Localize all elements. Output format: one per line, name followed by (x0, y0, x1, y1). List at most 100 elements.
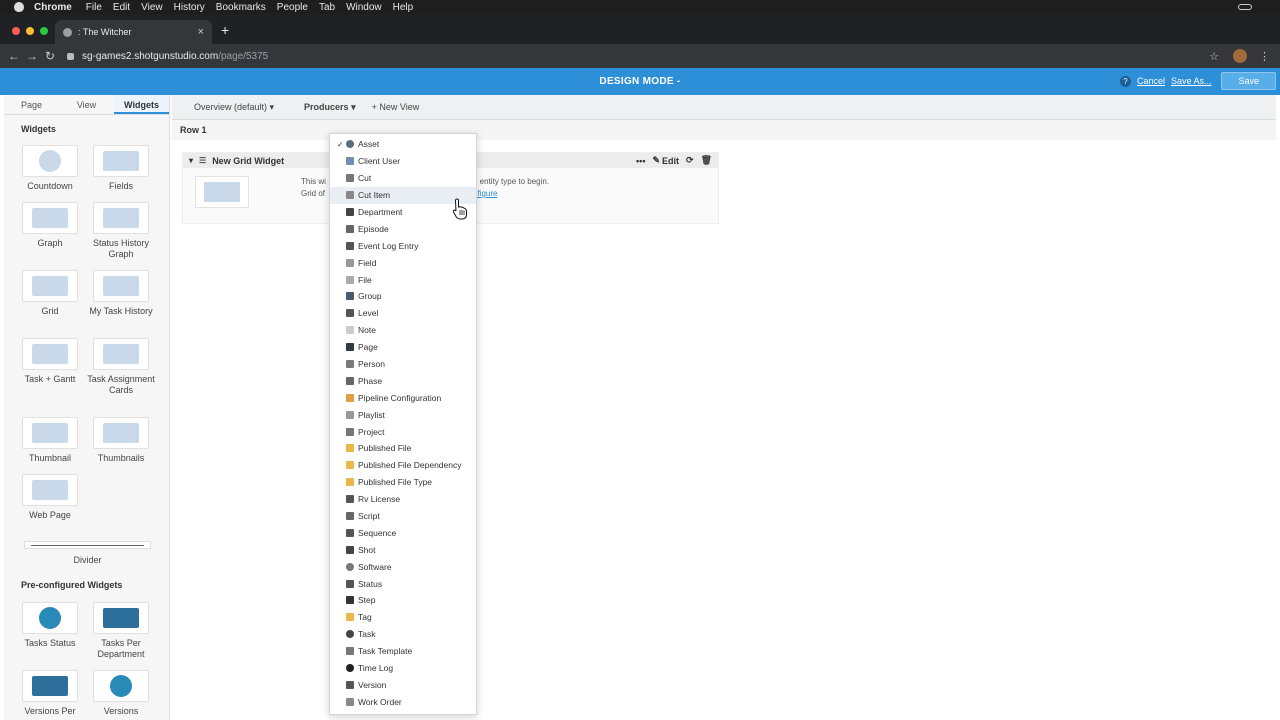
menu-tab[interactable]: Tab (319, 2, 335, 13)
clock-icon (346, 664, 354, 673)
menu-view[interactable]: View (141, 2, 163, 13)
dropdown-item-note[interactable]: Note (330, 322, 476, 339)
dropdown-item-episode[interactable]: Episode (330, 220, 476, 237)
browser-tab[interactable]: : The Witcher × (55, 20, 212, 44)
menu-edit[interactable]: Edit (113, 2, 130, 13)
trash-icon[interactable]: 🗑 (701, 155, 712, 166)
help-icon[interactable]: ? (1119, 75, 1131, 87)
widget-task-gantt[interactable]: Task + Gantt (15, 338, 85, 385)
dropdown-item-playlist[interactable]: Playlist (330, 406, 476, 423)
widget-tasks-status[interactable]: Tasks Status (15, 602, 85, 649)
widget-thumbnail[interactable]: Thumbnail (15, 417, 85, 464)
dropdown-item-version[interactable]: Version (330, 677, 476, 694)
view-tab-producers[interactable]: Producers ▾ (304, 102, 356, 113)
dropdown-item-asset[interactable]: ✓ Asset (330, 136, 476, 153)
dropdown-item-work-order[interactable]: Work Order (330, 693, 476, 710)
tab-page[interactable]: Page (4, 95, 59, 114)
dropdown-item-cut[interactable]: Cut (330, 170, 476, 187)
profile-avatar[interactable] (1233, 49, 1247, 63)
dropdown-item-sequence[interactable]: Sequence (330, 524, 476, 541)
widget-versions[interactable]: Versions (86, 670, 156, 717)
dropdown-item-software[interactable]: Software (330, 558, 476, 575)
dropdown-item-person[interactable]: Person (330, 356, 476, 373)
bookmark-star-icon[interactable]: ☆ (1209, 50, 1219, 63)
pencil-icon[interactable]: ✎ (652, 155, 660, 166)
dropdown-item-script[interactable]: Script (330, 508, 476, 525)
dropdown-item-tag[interactable]: Tag (330, 609, 476, 626)
widget-fields[interactable]: Fields (86, 145, 156, 192)
cancel-link[interactable]: Cancel (1137, 76, 1165, 86)
grid-icon (32, 276, 68, 296)
dropdown-item-published-file[interactable]: Published File (330, 440, 476, 457)
url-host[interactable]: sg-games2.shotgunstudio.com (82, 51, 218, 62)
widget-status-history-graph[interactable]: Status History Graph (86, 202, 156, 260)
dropdown-item-task-template[interactable]: Task Template (330, 643, 476, 660)
more-options-icon[interactable]: ••• (636, 156, 645, 166)
new-tab-icon[interactable]: + (221, 22, 229, 38)
maximize-window-icon[interactable] (40, 27, 48, 35)
dropdown-item-event-log-entry[interactable]: Event Log Entry (330, 237, 476, 254)
dropdown-item-time-log[interactable]: Time Log (330, 660, 476, 677)
widget-versions-per[interactable]: Versions Per (15, 670, 85, 717)
save-button[interactable]: Save (1221, 72, 1276, 90)
status-history-thumb (93, 202, 149, 234)
minimize-window-icon[interactable] (26, 27, 34, 35)
event-log-icon (346, 241, 354, 250)
dropdown-item-status[interactable]: Status (330, 575, 476, 592)
refresh-icon[interactable]: ⟳ (686, 155, 694, 166)
dropdown-item-group[interactable]: Group (330, 288, 476, 305)
menu-app[interactable]: Chrome (34, 2, 72, 13)
back-icon[interactable]: ← (5, 49, 23, 63)
drag-handle-icon[interactable]: ☰ (199, 156, 206, 165)
widget-my-task-history[interactable]: My Task History (86, 270, 156, 317)
menu-help[interactable]: Help (393, 2, 414, 13)
url-path[interactable]: /page/5375 (218, 51, 268, 62)
dropdown-item-step[interactable]: Step (330, 592, 476, 609)
cut-item-icon (346, 191, 354, 200)
dropdown-item-published-file-dependency[interactable]: Published File Dependency (330, 457, 476, 474)
widget-graph[interactable]: Graph (15, 202, 85, 249)
close-window-icon[interactable] (12, 27, 20, 35)
dropdown-item-level[interactable]: Level (330, 305, 476, 322)
close-tab-icon[interactable]: × (198, 26, 204, 38)
reload-icon[interactable]: ↻ (41, 49, 59, 63)
message-line-1-right: n entity type to begin. (473, 177, 550, 186)
widget-tasks-per-department[interactable]: Tasks Per Department (86, 602, 156, 660)
dropdown-item-field[interactable]: Field (330, 254, 476, 271)
design-mode-title[interactable]: DESIGN MODE - (599, 76, 680, 87)
dropdown-item-project[interactable]: Project (330, 423, 476, 440)
menu-file[interactable]: File (86, 2, 102, 13)
dropdown-item-published-file-type[interactable]: Published File Type (330, 474, 476, 491)
apple-icon[interactable] (14, 2, 24, 12)
view-tab-overview[interactable]: Overview (default) ▾ (194, 102, 274, 113)
client-user-icon (346, 157, 354, 166)
history-icon (103, 276, 139, 296)
tab-view[interactable]: View (59, 95, 114, 114)
forward-icon[interactable]: → (23, 49, 41, 63)
menu-people[interactable]: People (277, 2, 308, 13)
widget-countdown[interactable]: Countdown (15, 145, 85, 192)
browser-menu-icon[interactable]: ⋮ (1259, 50, 1270, 63)
dropdown-item-phase[interactable]: Phase (330, 372, 476, 389)
menu-bookmarks[interactable]: Bookmarks (216, 2, 266, 13)
dropdown-item-file[interactable]: File (330, 271, 476, 288)
edit-link[interactable]: Edit (662, 156, 679, 166)
new-view-button[interactable]: + New View (372, 102, 420, 112)
dropdown-item-pipeline-configuration[interactable]: Pipeline Configuration (330, 389, 476, 406)
tag-icon (346, 613, 354, 622)
tab-widgets[interactable]: Widgets (114, 95, 169, 114)
widget-grid[interactable]: Grid (15, 270, 85, 317)
widget-divider[interactable] (24, 541, 151, 549)
collapse-chevron-icon[interactable]: ▾ (189, 156, 193, 165)
dropdown-item-task[interactable]: Task (330, 626, 476, 643)
menu-window[interactable]: Window (346, 2, 382, 13)
widget-thumbnails[interactable]: Thumbnails (86, 417, 156, 464)
save-as-link[interactable]: Save As... (1171, 76, 1212, 86)
dropdown-item-shot[interactable]: Shot (330, 541, 476, 558)
widget-task-assignment-cards[interactable]: Task Assignment Cards (86, 338, 156, 396)
dropdown-item-client-user[interactable]: Client User (330, 153, 476, 170)
widget-web-page[interactable]: Web Page (15, 474, 85, 521)
dropdown-item-rv-license[interactable]: Rv License (330, 491, 476, 508)
menu-history[interactable]: History (174, 2, 205, 13)
dropdown-item-page[interactable]: Page (330, 339, 476, 356)
